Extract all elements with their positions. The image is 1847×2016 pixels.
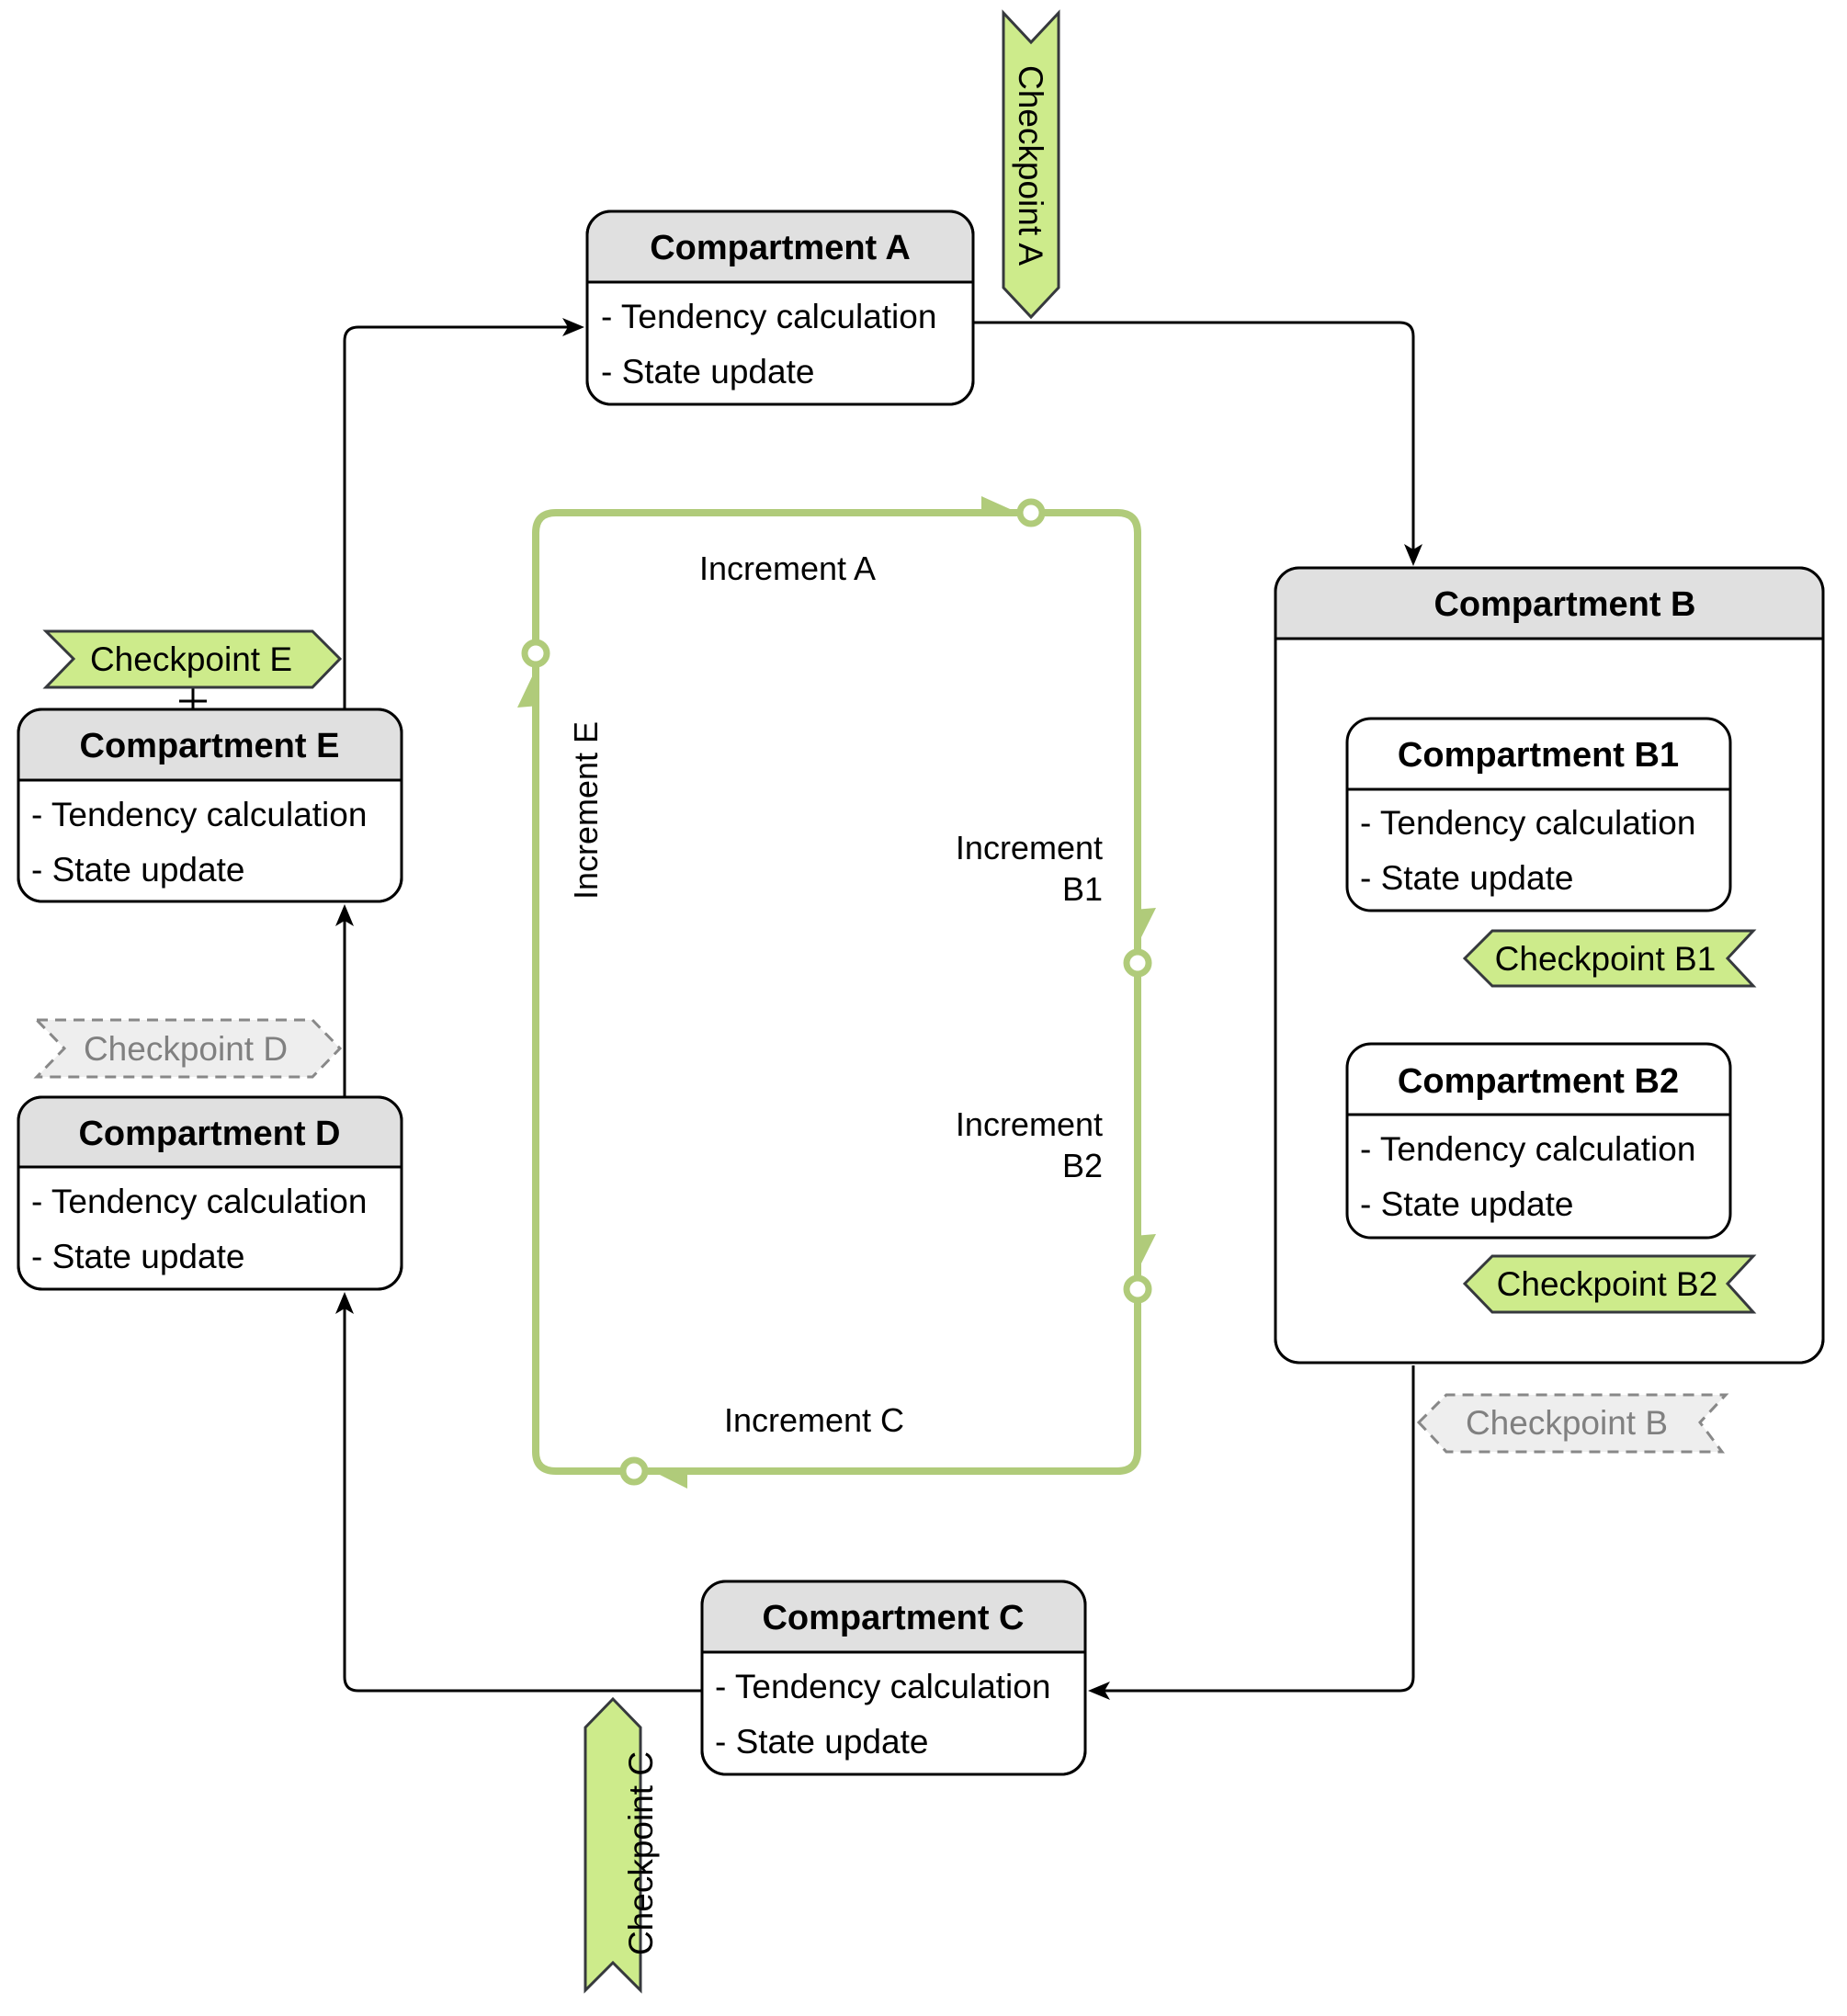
edge-c-to-d: [343, 1307, 702, 1693]
compartment-c-title: Compartment C: [762, 1599, 1024, 1637]
checkpoint-b1-label: Checkpoint B1: [1495, 940, 1717, 978]
compartment-a-item: - Tendency calculation: [601, 298, 936, 335]
compartment-d[interactable]: Compartment D - Tendency calculation - S…: [17, 1095, 403, 1291]
checkpoint-b2-label: Checkpoint B2: [1497, 1265, 1718, 1303]
checkpoint-b-label: Checkpoint B: [1466, 1404, 1668, 1442]
increment-a-label: Increment A: [699, 549, 876, 587]
compartment-a[interactable]: Compartment A - Tendency calculation - S…: [585, 210, 975, 406]
compartment-d-item: - State update: [31, 1238, 244, 1275]
edge-b-to-c: [1103, 1365, 1415, 1693]
compartment-d-item: - Tendency calculation: [31, 1183, 367, 1220]
increment-b1-dot[interactable]: [1123, 948, 1152, 978]
compartment-d-title: Compartment D: [78, 1115, 340, 1153]
compartment-b1-title: Compartment B1: [1398, 736, 1679, 775]
checkpoint-e[interactable]: Checkpoint E: [42, 629, 343, 689]
increment-e-arrow: [517, 669, 539, 708]
diagram-canvas: Compartment A - Tendency calculation - S…: [17, 9, 1825, 1994]
increment-e-label: Increment E: [567, 721, 605, 900]
increment-b1-label-line2: B1: [1062, 870, 1103, 908]
compartment-e-item: - Tendency calculation: [31, 796, 367, 833]
compartment-c[interactable]: Compartment C - Tendency calculation - S…: [700, 1580, 1087, 1776]
compartment-e[interactable]: Compartment E - Tendency calculation - S…: [17, 708, 403, 903]
compartment-e-title: Compartment E: [80, 727, 340, 765]
increment-c-arrow: [652, 1468, 687, 1489]
connectors: [179, 318, 1466, 1700]
checkpoint-d[interactable]: Checkpoint D: [33, 1018, 343, 1079]
checkpoint-d-label: Checkpoint D: [84, 1030, 288, 1068]
compartment-c-item: - State update: [715, 1723, 928, 1761]
increment-b2-label-line1: Increment: [956, 1105, 1103, 1143]
increment-loop: [517, 496, 1156, 1489]
compartment-b-title: Compartment B: [1433, 585, 1695, 624]
checkpoint-b[interactable]: Checkpoint B: [1416, 1393, 1729, 1454]
compartment-b2-item: - Tendency calculation: [1360, 1130, 1695, 1168]
increment-b2-dot[interactable]: [1123, 1274, 1152, 1304]
checkpoint-c[interactable]: Checkpoint C: [584, 1696, 660, 1994]
compartment-b1-item: - Tendency calculation: [1360, 804, 1695, 842]
compartment-a-item: - State update: [601, 353, 814, 391]
checkpoint-b2[interactable]: Checkpoint B2: [1462, 1254, 1757, 1314]
increment-loop-path: [532, 509, 1141, 1475]
compartment-b1-item: - State update: [1360, 859, 1573, 897]
checkpoint-a-label: Checkpoint A: [1012, 65, 1049, 266]
checkpoint-c-label: Checkpoint C: [622, 1751, 660, 1955]
increment-e-dot[interactable]: [521, 639, 550, 668]
increment-c-label: Increment C: [724, 1401, 904, 1439]
checkpoint-e-label: Checkpoint E: [90, 640, 292, 678]
compartment-a-title: Compartment A: [650, 229, 911, 267]
increment-b2-label-line2: B2: [1062, 1147, 1103, 1184]
checkpoint-a[interactable]: Checkpoint A: [1002, 9, 1060, 320]
increment-a-dot[interactable]: [1016, 498, 1046, 527]
compartment-b2[interactable]: Compartment B2 - Tendency calculation - …: [1345, 1042, 1732, 1240]
increment-c-dot[interactable]: [619, 1456, 649, 1486]
checkpoint-b1[interactable]: Checkpoint B1: [1462, 929, 1757, 988]
compartment-c-item: - Tendency calculation: [715, 1668, 1050, 1705]
increment-b1-label-line1: Increment: [956, 829, 1103, 866]
compartment-b2-title: Compartment B2: [1398, 1062, 1679, 1101]
compartment-b2-item: - State update: [1360, 1185, 1573, 1223]
increment-b2-arrow: [1134, 1234, 1156, 1271]
compartment-b1[interactable]: Compartment B1 - Tendency calculation - …: [1345, 717, 1732, 912]
compartment-e-item: - State update: [31, 851, 244, 889]
increment-b1-arrow: [1134, 908, 1156, 945]
